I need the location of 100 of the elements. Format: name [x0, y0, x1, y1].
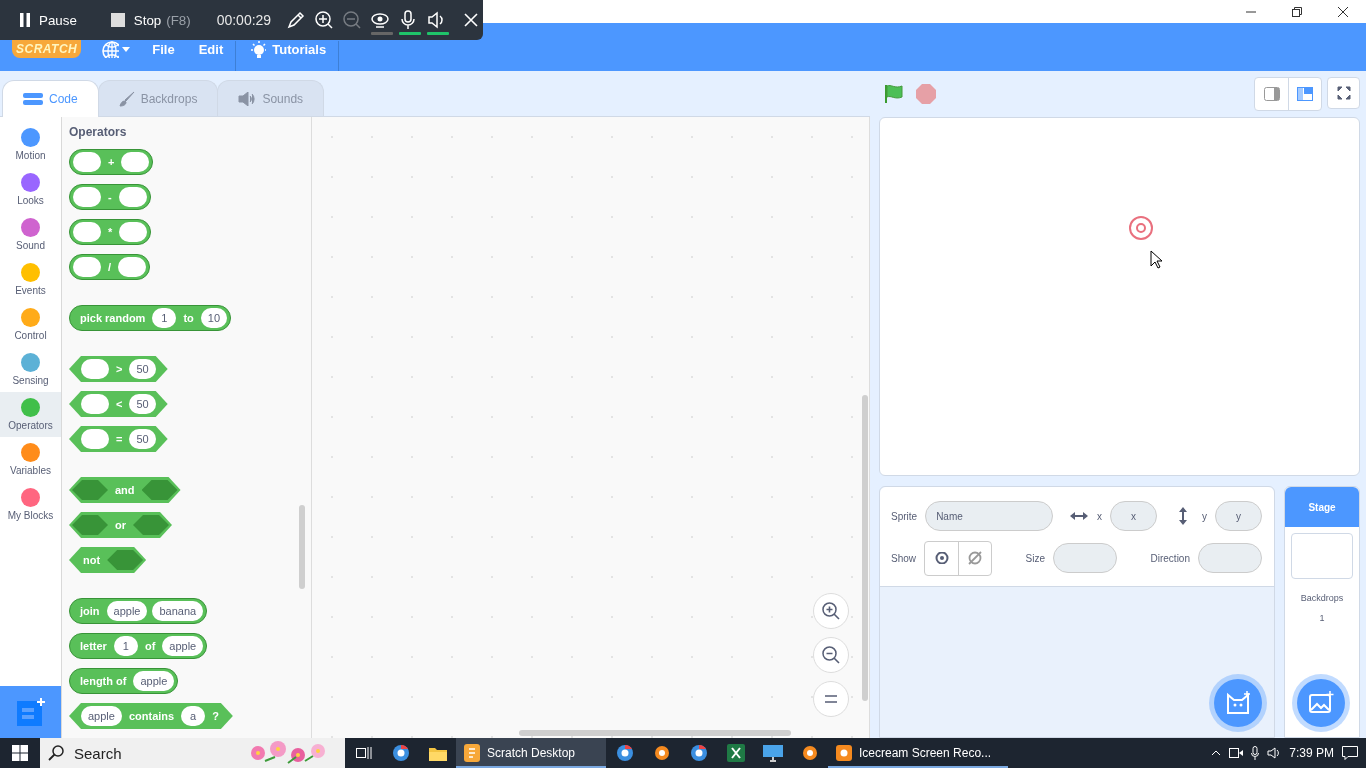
boolean-block[interactable]: > 50 — [69, 356, 168, 382]
pause-button[interactable]: Pause — [20, 5, 77, 35]
lightbulb-icon[interactable] — [248, 40, 267, 58]
stop-button[interactable] — [916, 84, 936, 104]
size-label: Size — [1025, 552, 1045, 564]
flag-button[interactable] — [884, 84, 904, 104]
category-item[interactable]: Looks — [0, 167, 61, 212]
boolean-slot[interactable] — [107, 550, 144, 570]
y-field[interactable]: y — [1215, 501, 1262, 531]
input-slot[interactable] — [81, 429, 109, 449]
block-label: join — [78, 605, 101, 617]
taskbar-app[interactable]: Scratch Desktop — [456, 738, 606, 768]
pencil-icon — [285, 10, 306, 30]
microphone-icon — [1251, 746, 1260, 760]
scratch-app-icon — [464, 744, 480, 762]
reporter-block[interactable]: pick random 1 to 10 — [69, 305, 232, 331]
input-slot[interactable] — [81, 359, 109, 379]
folder-icon — [428, 745, 447, 761]
close-icon — [1338, 6, 1348, 17]
category-item[interactable]: Motion — [0, 122, 61, 167]
input-slot[interactable] — [118, 257, 147, 277]
globe-icon[interactable] — [101, 40, 120, 58]
mouse-cursor — [1150, 250, 1162, 269]
language-button[interactable] — [101, 40, 131, 58]
taskbar-clock[interactable]: 7:39 PM — [1289, 746, 1334, 760]
taskbar-search-box[interactable]: Search — [40, 738, 345, 768]
input-slot[interactable] — [73, 152, 101, 172]
category-item[interactable]: Sensing — [0, 347, 61, 392]
input-slot[interactable]: 50 — [129, 429, 156, 449]
input-slot[interactable] — [73, 257, 101, 277]
category-item[interactable]: Operators — [0, 392, 61, 437]
input-slot[interactable]: 1 — [152, 308, 177, 328]
input-slot[interactable] — [118, 187, 147, 207]
scrollbar[interactable] — [519, 730, 791, 736]
block-label: not — [82, 554, 102, 566]
scrollbar[interactable] — [299, 505, 305, 589]
large-stage-icon — [1297, 87, 1313, 101]
input-slot[interactable]: banana — [152, 601, 204, 621]
input-slot[interactable]: a — [181, 706, 206, 726]
browser-icon — [689, 744, 708, 762]
image-icon — [1308, 691, 1334, 715]
category-item[interactable]: Variables — [0, 437, 61, 482]
horizontal-arrows-icon — [1070, 511, 1088, 521]
zoom-out-button[interactable] — [813, 637, 849, 673]
boolean-block[interactable]: = 50 — [69, 426, 168, 452]
boolean-block[interactable]: < 50 — [69, 391, 168, 417]
block-label: ? — [211, 710, 220, 722]
boolean-slot[interactable] — [72, 480, 108, 500]
input-slot[interactable]: 10 — [200, 308, 228, 328]
category-item[interactable]: Sound — [0, 212, 61, 257]
x-field[interactable]: x — [1110, 501, 1157, 531]
input-slot[interactable] — [73, 222, 101, 242]
input-slot[interactable]: 50 — [129, 359, 156, 379]
category-item[interactable]: Control — [0, 302, 61, 347]
app-icon — [652, 744, 671, 762]
reset-zoom-icon — [825, 695, 837, 703]
boolean-block[interactable]: apple contains a ? — [69, 703, 233, 729]
taskbar-app[interactable]: Icecream Screen Reco... — [828, 738, 1008, 768]
scrollbar[interactable] — [862, 395, 868, 701]
fullscreen-icon — [1336, 86, 1351, 100]
size-field[interactable] — [1053, 543, 1117, 573]
input-slot[interactable]: apple — [81, 706, 122, 726]
block-label: = — [115, 433, 124, 445]
backdrop-thumbnail[interactable] — [1291, 533, 1353, 579]
brush-icon — [118, 90, 135, 107]
pause-icon — [20, 13, 30, 27]
input-slot[interactable] — [81, 394, 109, 414]
block-label: > — [115, 363, 124, 375]
block-label: / — [107, 261, 113, 273]
boolean-slot[interactable] — [72, 515, 108, 535]
input-slot[interactable] — [121, 152, 150, 172]
block-label: letter — [79, 640, 108, 652]
add-backdrop-button[interactable] — [1297, 679, 1345, 727]
input-slot[interactable] — [119, 222, 148, 242]
input-slot[interactable]: 1 — [113, 636, 138, 656]
vertical-arrows-icon — [1178, 507, 1188, 525]
add-sprite-button[interactable] — [1214, 679, 1262, 727]
input-slot[interactable]: apple — [106, 601, 148, 621]
target-sprite — [1128, 215, 1154, 241]
zoom-in-button[interactable] — [813, 593, 849, 629]
block-label: and — [114, 484, 136, 496]
hidden-eye-icon — [967, 550, 983, 566]
input-slot[interactable]: apple — [162, 636, 204, 656]
boolean-slot[interactable] — [133, 515, 169, 535]
direction-field[interactable] — [1198, 543, 1262, 573]
input-slot[interactable]: 50 — [129, 394, 156, 414]
block-label: < — [115, 398, 124, 410]
fullscreen-button[interactable] — [1327, 77, 1360, 109]
input-slot[interactable]: apple — [133, 671, 175, 691]
reporter-block[interactable]: letter 1 of apple — [69, 633, 208, 659]
reporter-block[interactable]: length of apple — [69, 668, 179, 694]
input-slot[interactable] — [73, 187, 101, 207]
name-field[interactable]: Name — [925, 501, 1054, 531]
reset-zoom-button[interactable] — [813, 681, 849, 717]
reporter-block[interactable]: join apple banana — [69, 598, 208, 624]
boolean-slot[interactable] — [141, 480, 178, 500]
category-item[interactable]: My Blocks — [0, 482, 61, 527]
category-item[interactable]: Events — [0, 257, 61, 302]
windows-logo-icon — [12, 745, 28, 761]
stop-button[interactable]: Stop (F8) — [110, 5, 191, 35]
